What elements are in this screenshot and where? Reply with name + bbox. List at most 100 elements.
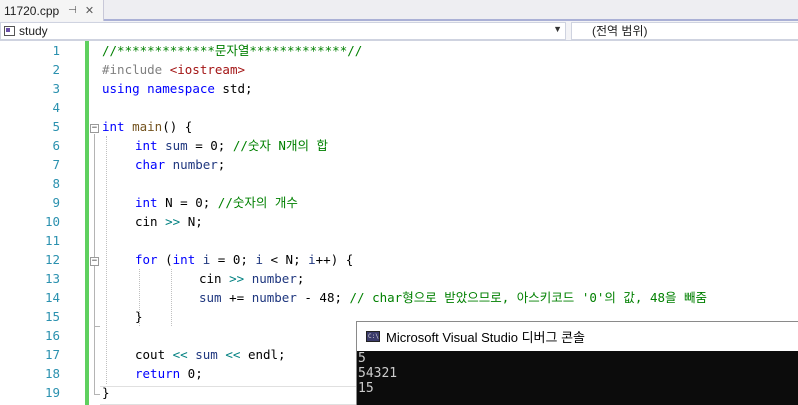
line-number: 6 (52, 138, 60, 153)
console-output-line: 5 (358, 351, 366, 366)
code-line-2: #include <iostream> (102, 60, 245, 79)
function-name: main (132, 119, 163, 134)
line-number: 16 (44, 328, 60, 343)
console-output-line: 54321 (358, 366, 398, 381)
code-text: ( (157, 252, 173, 267)
keyword: int (135, 138, 158, 153)
code-text: ; (296, 271, 305, 286)
code-line-15: } (135, 307, 143, 326)
keyword: for (135, 252, 158, 267)
keyword: namespace (147, 81, 215, 96)
line-number: 10 (44, 214, 60, 229)
line-number: 15 (44, 309, 60, 324)
variable: sum (199, 290, 222, 305)
debug-console-window[interactable]: C:\ Microsoft Visual Studio 디버그 콘솔 5 543… (356, 321, 798, 405)
code-text: } (135, 309, 143, 324)
code-line-5: int main() { (102, 117, 192, 136)
code-text: () { (162, 119, 193, 134)
close-icon[interactable]: ✕ (85, 4, 94, 17)
console-title: Microsoft Visual Studio 디버그 콘솔 (386, 330, 586, 345)
document-tab[interactable]: 11720.cpp ⊣ ✕ (0, 0, 104, 21)
code-line-1: //*************문자열*************// (102, 41, 362, 60)
code-line-10: cin >> N; (135, 212, 203, 231)
code-line-7: char number; (135, 155, 225, 174)
keyword: return (135, 366, 181, 381)
code-text: N; (180, 214, 203, 229)
keyword: int (102, 119, 125, 134)
line-number: 13 (44, 271, 60, 286)
operator: >> (229, 271, 245, 286)
code-text: = 0; (210, 252, 256, 267)
line-number: 2 (52, 62, 60, 77)
code-line-9: int N = 0; //숫자의 개수 (135, 193, 298, 212)
include-header: <iostream> (169, 62, 245, 77)
console-titlebar[interactable]: C:\ Microsoft Visual Studio 디버그 콘솔 (357, 322, 798, 351)
code-text: - 48; (296, 290, 350, 305)
code-text: } (102, 385, 110, 400)
code-text: ; (217, 157, 226, 172)
chevron-down-icon[interactable]: ▼ (553, 24, 562, 34)
collapse-icon[interactable]: − (90, 257, 99, 266)
project-scope-label: study (19, 24, 48, 38)
variable: number (172, 157, 218, 172)
operator: >> (165, 214, 181, 229)
code-text: endl (247, 347, 279, 362)
member-scope-dropdown[interactable]: (전역 범위) (571, 22, 798, 40)
line-number: 4 (52, 100, 60, 115)
code-line-17: cout << sum << endl; (135, 345, 286, 364)
indent-guide (106, 136, 107, 384)
variable: sum (165, 138, 188, 153)
code-line-14: sum += number - 48; // char형으로 받았으므로, 아스… (199, 288, 707, 307)
code-line-12: for (int i = 0; i < N; i++) { (135, 250, 353, 269)
outline-end (94, 326, 100, 327)
code-text: += (221, 290, 252, 305)
code-text: ++) { (315, 252, 354, 267)
console-app-icon: C:\ (366, 331, 380, 342)
console-output[interactable]: 5 54321 15 (357, 351, 798, 396)
preprocessor: #include (102, 62, 170, 77)
code-text: cout (135, 347, 166, 362)
collapse-icon[interactable]: − (90, 124, 99, 133)
change-tracking-bar (85, 41, 89, 405)
line-number: 3 (52, 81, 60, 96)
indent-guide (171, 269, 172, 326)
line-number: 12 (44, 252, 60, 267)
tab-filename[interactable]: 11720.cpp (4, 4, 59, 18)
line-number: 19 (44, 385, 60, 400)
class-icon (4, 26, 15, 36)
code-text: cin (135, 214, 158, 229)
code-text: 0; (180, 366, 203, 381)
keyword: int (135, 195, 158, 210)
line-number-gutter: 1 2 3 4 5 6 7 8 9 10 11 12 13 14 15 16 1… (0, 41, 66, 405)
line-number: 18 (44, 366, 60, 381)
variable: i (308, 252, 316, 267)
code-line-18: return 0; (135, 364, 203, 383)
code-line-3: using namespace std; (102, 79, 253, 98)
comment: //*************문자열*************// (102, 43, 363, 58)
variable: number (251, 290, 297, 305)
line-number: 1 (52, 43, 60, 58)
line-number: 5 (52, 119, 60, 134)
comment: //숫자의 개수 (217, 195, 298, 210)
operator: << (225, 347, 241, 362)
keyword: int (172, 252, 196, 267)
code-text: std; (214, 81, 253, 96)
code-text: N = 0; (157, 195, 218, 210)
keyword: using (102, 81, 140, 96)
variable: sum (195, 347, 218, 362)
project-scope-dropdown[interactable]: study ▼ (0, 22, 566, 40)
console-output-line: 15 (358, 381, 374, 396)
pin-icon[interactable]: ⊣ (68, 5, 77, 16)
operator: << (172, 347, 188, 362)
line-number: 8 (52, 176, 60, 191)
code-text: ; (278, 347, 286, 362)
code-line-6: int sum = 0; //숫자 N개의 합 (135, 136, 328, 155)
